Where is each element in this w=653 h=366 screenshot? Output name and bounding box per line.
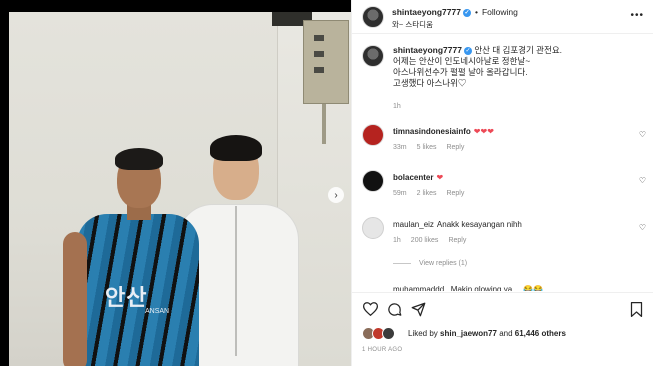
comment-text: bolacenter ❤ [393, 173, 443, 182]
switch [314, 51, 324, 57]
view-replies-label: View replies (1) [419, 260, 468, 267]
likes-summary: Liked by shin_jaewon77 and 61,446 others [408, 329, 566, 338]
post-header: shintaeyong7777 ✓ • Following 와~ 스타디움 ••• [352, 0, 653, 34]
author-avatar[interactable] [362, 6, 384, 28]
comment-time: 1h [393, 237, 401, 244]
comment-meta: 59m 2 likes Reply [393, 190, 474, 197]
header-title-row: shintaeyong7777 ✓ • Following [392, 7, 518, 17]
comment-body: ❤❤❤ [473, 127, 494, 136]
comment-item: timnasindonesiainfo ❤❤❤ 33m 5 likes Reply ♡ [362, 124, 646, 158]
post-side-panel: shintaeyong7777 ✓ • Following 와~ 스타디움 ••• s… [351, 0, 653, 366]
comment-item: maulan_eiz Anakk kesayangan nihh 1h 200 li… [362, 217, 646, 251]
likes-conjunction: and [499, 329, 513, 338]
comment-icon[interactable] [386, 301, 402, 317]
arm [63, 232, 87, 366]
liker-avatar [382, 327, 395, 340]
comment-username[interactable]: maulan_eiz [393, 220, 434, 229]
chevron-right-icon: › [334, 189, 338, 201]
header-separator: • [474, 7, 478, 17]
comment-time: 59m [393, 190, 407, 197]
verified-icon: ✓ [463, 46, 472, 55]
comment-body: Anakk kesayangan nihh [436, 220, 522, 229]
more-icon[interactable]: ••• [630, 10, 644, 21]
partial-comment: muhammaddd_ Makin glowing ya ... 😂😂 [393, 285, 544, 291]
carousel-next-button[interactable]: › [328, 187, 344, 203]
jersey-sponsor-subtext: ANSAN [145, 308, 170, 315]
comment-likes[interactable]: 5 likes [417, 144, 437, 151]
heart-icon[interactable]: ♡ [639, 223, 646, 232]
comment-reply-button[interactable]: Reply [446, 190, 464, 197]
comment-reply-button[interactable]: Reply [448, 237, 466, 244]
post-timestamp: 1 HOUR AGO [362, 347, 403, 353]
comment-time: 33m [393, 144, 407, 151]
comment-item: bolacenter ❤ 59m 2 likes Reply ♡ [362, 170, 646, 204]
heart-icon[interactable]: ♡ [639, 176, 646, 185]
photo-scene: 안산 ANSAN [9, 12, 351, 366]
photo-switchbox [303, 20, 349, 104]
liked-by-username[interactable]: shin_jaewon77 [440, 329, 497, 338]
jacket-zipper [235, 206, 237, 356]
comment-avatar[interactable] [362, 217, 384, 239]
switch [314, 35, 324, 41]
hair [115, 148, 163, 170]
person-in-jersey: 안산 ANSAN [57, 148, 199, 366]
following-button[interactable]: Following [482, 7, 518, 17]
caption-time: 1h [393, 103, 401, 110]
comment-username[interactable]: bolacenter [393, 173, 433, 182]
author-username[interactable]: shintaeyong7777 [392, 7, 461, 17]
comment-meta: 1h 200 likes Reply [393, 237, 476, 244]
verified-icon: ✓ [462, 8, 471, 17]
post-photo[interactable]: 안산 ANSAN › [0, 0, 351, 366]
comment-reply-button[interactable]: Reply [446, 144, 464, 151]
divider-line [393, 262, 411, 264]
comment-meta: 33m 5 likes Reply [393, 144, 474, 151]
comment-text: maulan_eiz Anakk kesayangan nihh [393, 220, 522, 229]
caption-author[interactable]: shintaeyong7777 [393, 45, 462, 55]
bookmark-icon[interactable] [628, 301, 644, 317]
photo-pipe [322, 104, 326, 144]
likes-others-link[interactable]: 61,446 others [515, 329, 566, 338]
post-location[interactable]: 와~ 스타디움 [392, 19, 433, 30]
comment-username[interactable]: timnasindonesiainfo [393, 127, 471, 136]
caption-author-avatar[interactable] [362, 45, 384, 67]
comment-text: timnasindonesiainfo ❤❤❤ [393, 127, 494, 136]
comment-avatar[interactable] [362, 124, 384, 146]
hair [210, 135, 262, 161]
switch [314, 67, 324, 73]
likes-prefix: Liked by [408, 329, 438, 338]
comment-likes[interactable]: 200 likes [411, 237, 439, 244]
comment-likes[interactable]: 2 likes [417, 190, 437, 197]
post-actions: Liked by shin_jaewon77 and 61,446 others… [352, 292, 653, 366]
comment-body: ❤ [436, 173, 444, 182]
share-icon[interactable] [410, 301, 426, 317]
view-replies-button[interactable]: View replies (1) [393, 260, 467, 267]
heart-icon[interactable]: ♡ [639, 130, 646, 139]
jersey-sponsor-text: 안산 [105, 285, 148, 310]
heart-icon[interactable] [362, 301, 378, 317]
caption-text: shintaeyong7777 ✓ 안산 대 김포경기 관전요. 어제는 안산이 … [393, 45, 643, 89]
comment-avatar[interactable] [362, 170, 384, 192]
